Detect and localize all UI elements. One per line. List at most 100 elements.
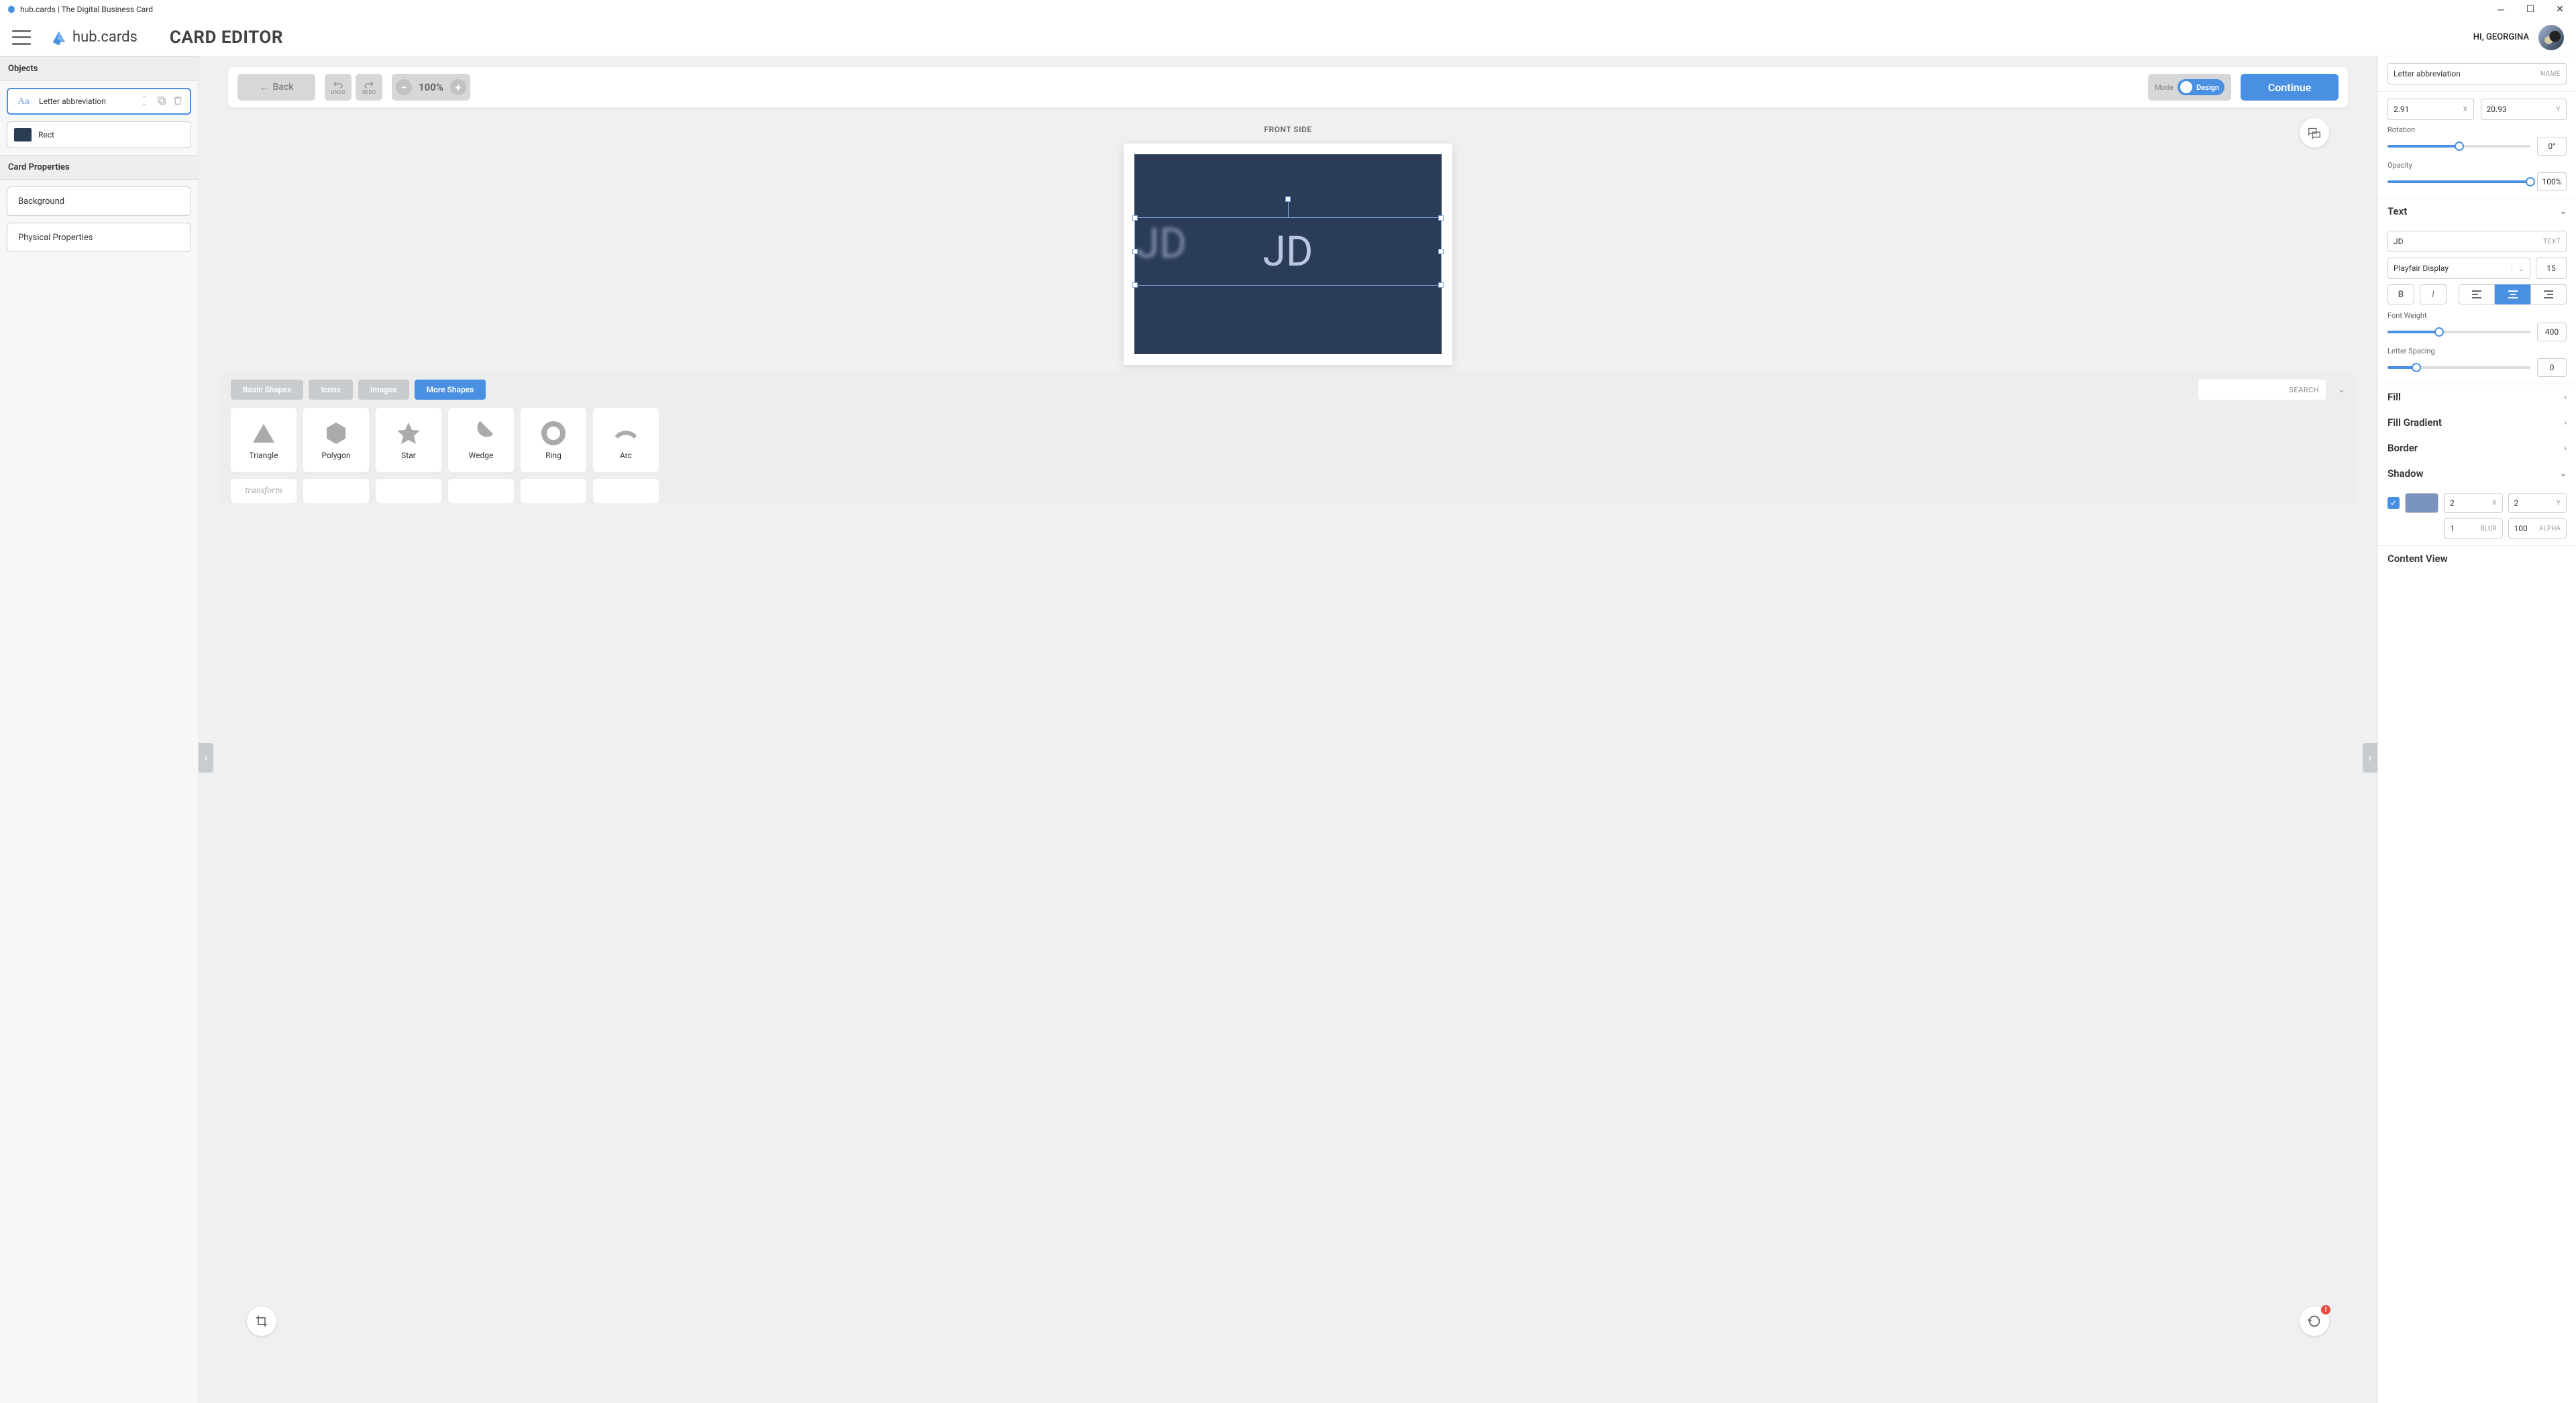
side-label: FRONT SIDE [199,125,2377,134]
shadow-enable-checkbox[interactable]: ✓ [2387,497,2400,509]
tab-more-shapes[interactable]: More Shapes [415,380,486,400]
shadow-panel-header[interactable]: Shadow⌄ [2378,461,2576,486]
zoom-in-button[interactable]: + [450,79,466,95]
align-right-button[interactable] [2530,284,2567,304]
rect-icon [14,128,32,142]
prop-background[interactable]: Background [7,186,191,216]
flip-button[interactable]: ! [2300,1306,2329,1336]
align-right-icon [2543,290,2554,299]
opacity-label: Opacity [2387,161,2567,170]
crop-button[interactable] [247,1306,276,1336]
rotation-value[interactable]: 0° [2537,137,2567,156]
fill-gradient-panel-header[interactable]: Fill Gradient› [2378,410,2576,435]
card-properties-header: Card Properties [0,155,198,180]
object-item-rect[interactable]: Rect [7,121,191,148]
letter-spacing-slider[interactable] [2387,366,2530,369]
tab-icons[interactable]: Icons [309,380,352,400]
fill-panel-header[interactable]: Fill› [2378,384,2576,410]
shape-wedge[interactable]: Wedge [448,408,514,472]
shadow-x-input[interactable]: 2X [2444,493,2503,513]
avatar[interactable] [2538,25,2564,50]
mode-toggle[interactable]: Mode Design [2148,74,2231,101]
prev-side-button[interactable]: ‹ [199,743,213,773]
y-input[interactable]: 20.93Y [2481,99,2567,120]
chevron-down-icon[interactable]: ⌄ [2338,385,2345,395]
canvas-card[interactable]: JD JD [1124,144,1452,365]
next-side-button[interactable]: › [2363,743,2377,773]
zoom-out-button[interactable]: − [396,79,412,95]
align-center-button[interactable] [2495,284,2531,304]
help-chat-button[interactable] [2300,118,2329,148]
trash-icon[interactable] [172,95,183,108]
menu-icon[interactable] [12,30,31,45]
border-panel-header[interactable]: Border› [2378,435,2576,461]
shape-polygon[interactable]: Polygon [303,408,369,472]
shape-search-input[interactable]: SEARCH [2198,380,2326,400]
redo-button[interactable]: REDO [356,74,382,101]
shape-placeholder[interactable] [521,479,586,503]
crop-icon [255,1314,268,1328]
x-input[interactable]: 2.91X [2387,99,2474,120]
shape-placeholder[interactable] [593,479,659,503]
shape-transform[interactable]: transform [231,479,297,503]
shadow-blur-input[interactable]: 1BLUR [2444,518,2503,539]
reorder-icon[interactable]: ⌃⌄ [142,97,151,106]
zoom-control: − 100% + [392,74,470,101]
bold-button[interactable]: B [2387,284,2414,304]
opacity-value[interactable]: 100% [2537,172,2567,191]
shape-arc[interactable]: Arc [593,408,659,472]
switch[interactable]: Design [2178,79,2224,95]
font-weight-value[interactable]: 400 [2537,323,2567,341]
window-close[interactable]: ✕ [2548,2,2572,17]
back-button[interactable]: ← Back [237,74,315,101]
chevron-right-icon: › [2564,392,2567,402]
tab-images[interactable]: Images [358,380,409,400]
rotation-slider[interactable] [2387,145,2530,148]
shadow-y-input[interactable]: 2Y [2508,493,2567,513]
chevron-right-icon: › [2564,443,2567,453]
right-panel: Letter abbreviation NAME 2.91X 20.93Y Ro… [2377,56,2576,1403]
font-weight-slider[interactable] [2387,331,2530,333]
ring-icon [540,420,567,447]
object-item-letter-abbreviation[interactable]: Aa Letter abbreviation ⌃⌄ [7,88,191,115]
italic-button[interactable]: I [2420,284,2447,304]
font-size-input[interactable]: 15 [2536,258,2567,279]
copy-icon[interactable] [156,95,167,108]
shape-triangle[interactable]: Triangle [231,408,297,472]
letter-spacing-value[interactable]: 0 [2537,358,2567,377]
opacity-slider[interactable] [2387,180,2530,183]
triangle-icon [250,420,277,447]
window-title: hub.cards | The Digital Business Card [20,5,153,14]
shadow-alpha-input[interactable]: 100ALPHA [2508,518,2567,539]
font-family-select[interactable]: Playfair Display⌄ [2387,258,2530,279]
shape-placeholder[interactable] [376,479,441,503]
card-text[interactable]: JD JD [1135,218,1441,285]
shape-ring[interactable]: Ring [521,408,586,472]
card-face[interactable]: JD JD [1134,154,1442,354]
name-input[interactable]: Letter abbreviation NAME [2387,63,2567,85]
shape-placeholder[interactable] [448,479,514,503]
content-view-header[interactable]: Content View [2378,546,2576,571]
rotate-handle[interactable] [1285,197,1291,202]
tab-basic-shapes[interactable]: Basic Shapes [231,380,303,400]
greeting: HI, GEORGINA [2473,32,2529,42]
text-input[interactable]: JDTEXT [2387,231,2567,252]
shape-star[interactable]: Star [376,408,441,472]
text-panel-header[interactable]: Text⌄ [2378,199,2576,224]
brand[interactable]: hub.cards [50,28,138,47]
app-icon [7,5,16,14]
zoom-value: 100% [419,81,443,93]
selection-box[interactable]: JD JD [1134,217,1442,286]
redo-icon [363,79,375,89]
shape-placeholder[interactable] [303,479,369,503]
shadow-color-swatch[interactable] [2405,493,2438,513]
continue-button[interactable]: Continue [2241,74,2339,101]
align-left-button[interactable] [2459,284,2495,304]
undo-button[interactable]: UNDO [325,74,352,101]
alert-badge: ! [2321,1305,2330,1314]
prop-physical[interactable]: Physical Properties [7,223,191,252]
chevron-right-icon: › [2564,418,2567,427]
window-maximize[interactable]: ☐ [2518,2,2542,17]
window-titlebar: hub.cards | The Digital Business Card ─ … [0,0,2576,19]
window-minimize[interactable]: ─ [2489,2,2513,17]
